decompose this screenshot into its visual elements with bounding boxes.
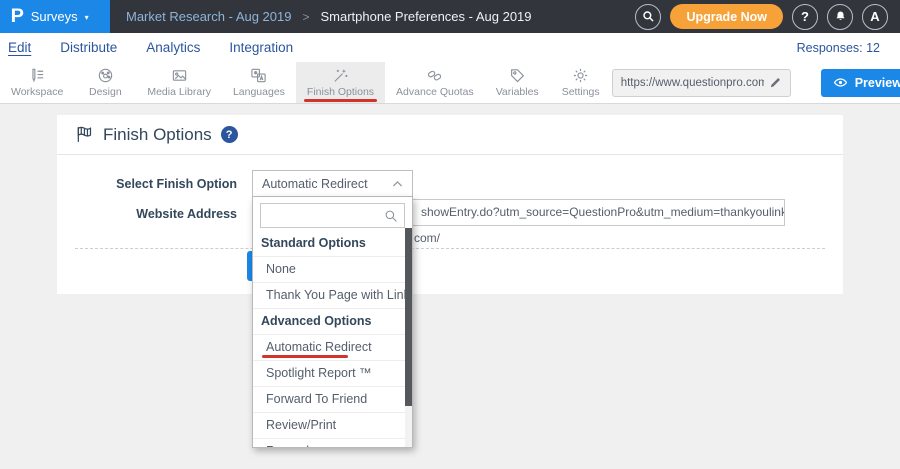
red-underline-annotation xyxy=(262,355,348,358)
dropdown-scrollbar-thumb[interactable] xyxy=(405,228,412,406)
toolbar-item-label: Finish Options xyxy=(307,86,374,98)
tab-analytics[interactable]: Analytics xyxy=(146,40,200,55)
breadcrumb-folder-link[interactable]: Market Research - Aug 2019 xyxy=(126,9,291,24)
dropdown-option-spotlight-report[interactable]: Spotlight Report ™ xyxy=(253,361,412,387)
tab-edit[interactable]: Edit xyxy=(8,40,31,55)
select-finish-option-label: Select Finish Option xyxy=(57,177,237,191)
surveys-menu-label: Surveys xyxy=(31,9,78,24)
media-library-icon xyxy=(171,67,188,84)
account-avatar[interactable]: A xyxy=(862,4,888,30)
toolbar-item-media-library[interactable]: Media Library xyxy=(136,62,222,103)
dropdown-search-box xyxy=(260,203,405,228)
preview-button-label: Preview xyxy=(855,76,900,90)
toolbar-item-label: Languages xyxy=(233,86,285,98)
search-button[interactable] xyxy=(635,4,661,30)
topbar-actions: Upgrade Now ? A xyxy=(635,4,900,30)
toolbar-item-settings[interactable]: Settings xyxy=(550,62,612,103)
toolbar-item-label: Variables xyxy=(496,86,539,98)
tab-integration[interactable]: Integration xyxy=(229,40,293,55)
finish-option-dropdown: Automatic Redirect Standard OptionsNoneT… xyxy=(252,170,413,448)
finish-options-card: Finish Options ? Select Finish Option We… xyxy=(57,115,843,294)
chevron-up-icon xyxy=(392,180,403,188)
toolbar-right: https://www.questionpro.com/t/A Preview xyxy=(612,62,900,103)
dropdown-list: Standard OptionsNoneThank You Page with … xyxy=(252,197,413,448)
finish-option-selected-value: Automatic Redirect xyxy=(262,177,368,191)
page-title: Finish Options xyxy=(103,125,212,145)
card-header: Finish Options ? xyxy=(57,115,843,155)
toolbar-item-label: Settings xyxy=(562,86,600,98)
breadcrumb: Market Research - Aug 2019 > Smartphone … xyxy=(126,9,532,24)
tab-distribute[interactable]: Distribute xyxy=(60,40,117,55)
dropdown-group-header-standard-options: Standard Options xyxy=(253,231,412,257)
magnifier-icon xyxy=(384,209,398,223)
nav-tabs: Edit Distribute Analytics Integration xyxy=(8,40,322,55)
dropdown-option-none[interactable]: None xyxy=(253,257,412,283)
responses-count[interactable]: Responses: 12 xyxy=(797,41,880,55)
dropdown-option-review-print[interactable]: Review/Print xyxy=(253,413,412,439)
finish-options-icon xyxy=(332,67,349,84)
edit-url-pencil-icon[interactable] xyxy=(769,76,782,89)
toolbar-items: Workspace Design Media Library Languages Fin… xyxy=(0,62,612,103)
topbar: P Surveys ▾ Market Research - Aug 2019 >… xyxy=(0,0,900,33)
example-url-tail: com/ xyxy=(414,231,440,245)
eye-icon xyxy=(833,75,848,90)
toolbar-item-workspace[interactable]: Workspace xyxy=(0,62,74,103)
chevron-down-icon: ▾ xyxy=(85,13,89,22)
workspace-icon xyxy=(29,67,46,84)
toolbar-item-label: Media Library xyxy=(147,86,211,98)
toolbar-item-finish-options[interactable]: Finish Options xyxy=(296,62,385,103)
red-underline-annotation xyxy=(304,99,377,102)
dropdown-option-rewards[interactable]: Rewards xyxy=(253,439,412,448)
dropdown-option-thank-you-page-with-link[interactable]: Thank You Page with Link xyxy=(253,283,412,309)
settings-icon xyxy=(572,67,589,84)
survey-toolbar: Workspace Design Media Library Languages Fin… xyxy=(0,62,900,104)
dropdown-search-input[interactable] xyxy=(267,208,384,224)
finish-option-select[interactable]: Automatic Redirect xyxy=(252,170,413,197)
finish-options-help-button[interactable]: ? xyxy=(221,126,238,143)
search-icon xyxy=(642,10,655,23)
survey-url-field[interactable]: https://www.questionpro.com/t/A xyxy=(612,69,791,97)
toolbar-item-variables[interactable]: Variables xyxy=(485,62,550,103)
variables-icon xyxy=(509,67,526,84)
upgrade-now-button[interactable]: Upgrade Now xyxy=(670,4,783,29)
surveys-menu[interactable]: P Surveys ▾ xyxy=(0,0,110,33)
dropdown-option-automatic-redirect[interactable]: Automatic Redirect xyxy=(253,335,412,361)
toolbar-item-languages[interactable]: Languages xyxy=(222,62,296,103)
survey-url-text: https://www.questionpro.com/t/A xyxy=(621,77,764,89)
toolbar-item-label: Advance Quotas xyxy=(396,86,474,98)
help-button[interactable]: ? xyxy=(792,4,818,30)
breadcrumb-separator-icon: > xyxy=(302,10,309,24)
design-icon xyxy=(97,67,114,84)
nav-tab-row: Edit Distribute Analytics Integration Respo… xyxy=(0,33,900,62)
toolbar-item-advance-quotas[interactable]: Advance Quotas xyxy=(385,62,485,103)
questionpro-logo: P xyxy=(11,7,24,26)
languages-icon xyxy=(250,67,267,84)
toolbar-item-design[interactable]: Design xyxy=(74,62,136,103)
dropdown-group-header-advanced-options: Advanced Options xyxy=(253,309,412,335)
advance-quotas-icon xyxy=(426,67,443,84)
finish-flag-icon xyxy=(75,125,94,144)
notifications-button[interactable] xyxy=(827,4,853,30)
website-address-label: Website Address xyxy=(57,207,237,221)
toolbar-item-label: Workspace xyxy=(11,86,63,98)
breadcrumb-current: Smartphone Preferences - Aug 2019 xyxy=(321,9,532,24)
bell-icon xyxy=(834,10,847,23)
dropdown-scrollbar xyxy=(405,228,412,447)
dropdown-options: Standard OptionsNoneThank You Page with … xyxy=(253,231,412,448)
preview-button[interactable]: Preview xyxy=(821,69,900,97)
page-background: Finish Options ? Select Finish Option We… xyxy=(0,104,900,469)
toolbar-item-label: Design xyxy=(89,86,122,98)
dashed-divider xyxy=(75,248,825,249)
dropdown-option-forward-to-friend[interactable]: Forward To Friend xyxy=(253,387,412,413)
